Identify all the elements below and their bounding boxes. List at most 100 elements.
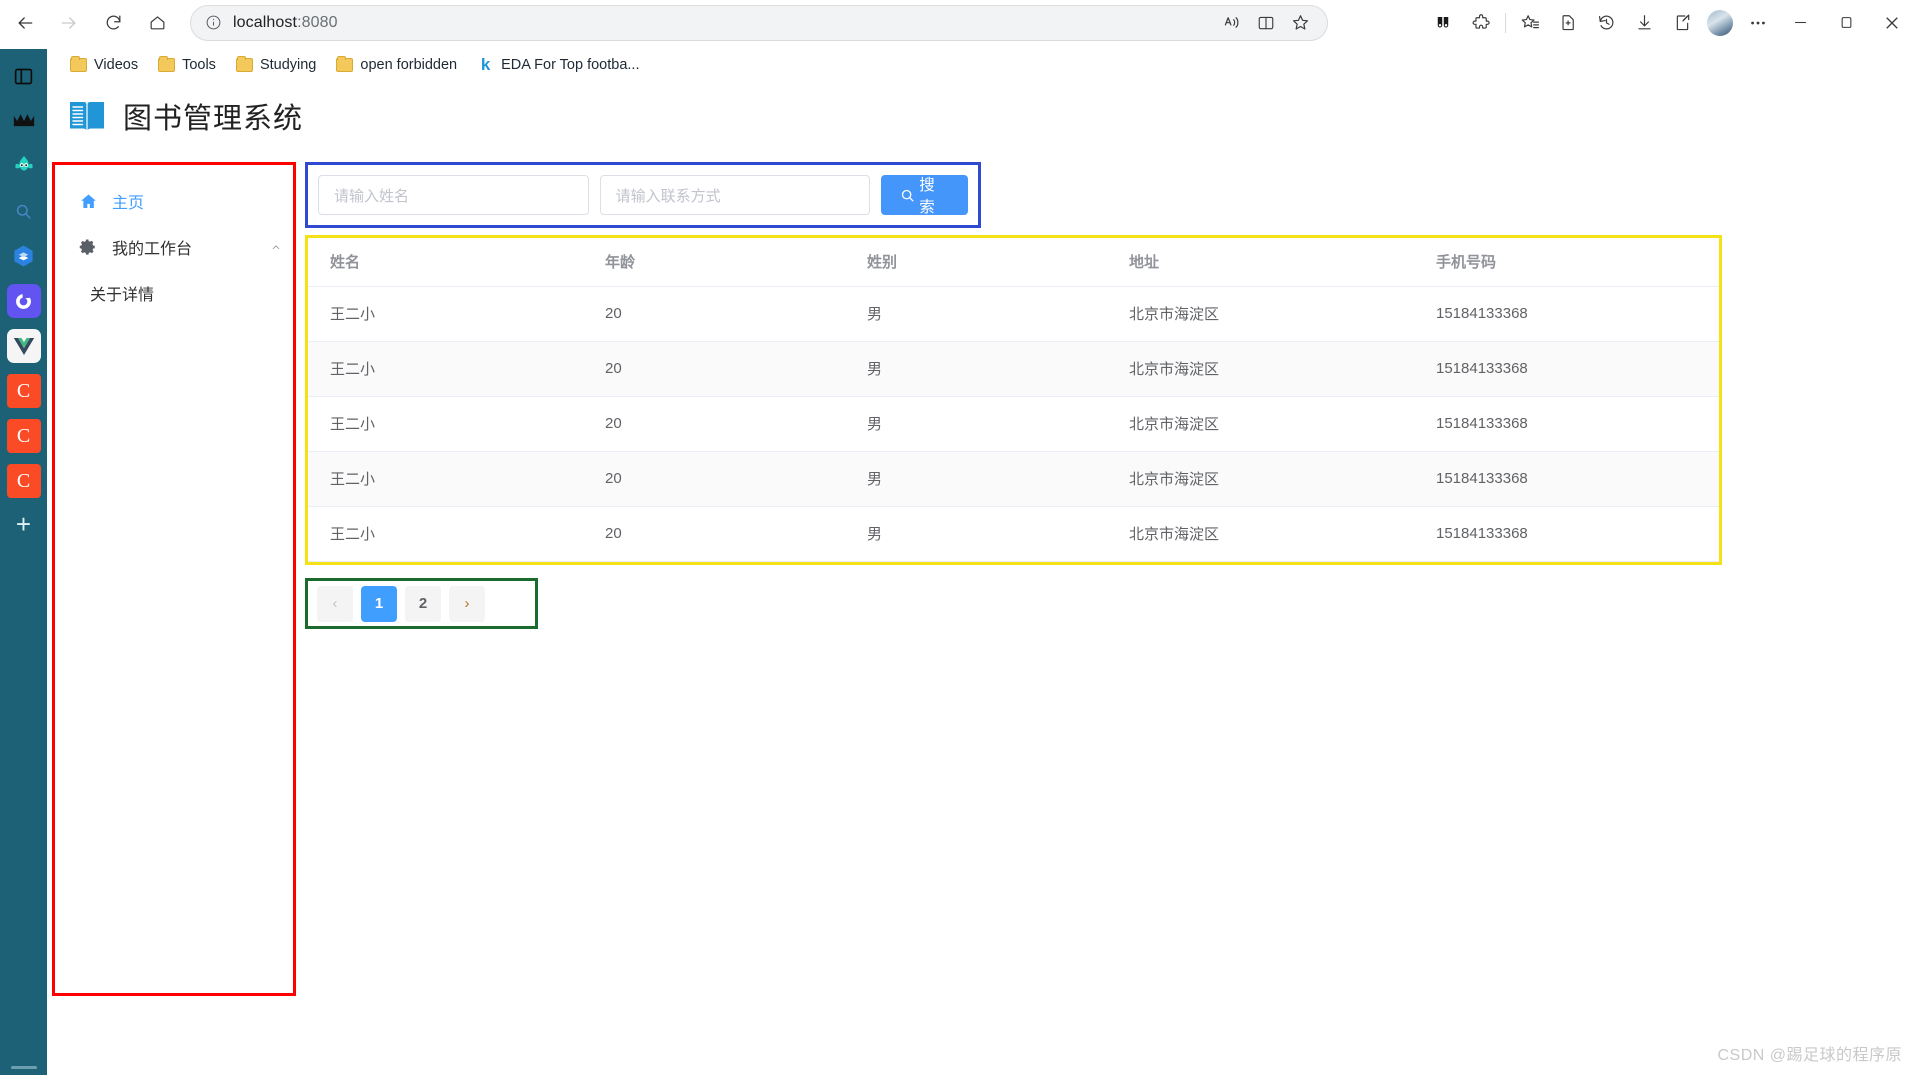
axolotl-icon[interactable] <box>7 149 41 183</box>
app-dock-sidebar: C C C + <box>0 49 47 1075</box>
bookmark-tools[interactable]: Tools <box>148 53 226 77</box>
table-header: 姓名 年龄 姓别 地址 手机号码 <box>308 238 1719 287</box>
cell-name: 王二小 <box>308 286 583 342</box>
sidebar-panel-icon[interactable] <box>7 59 41 93</box>
search-icon[interactable] <box>7 194 41 228</box>
bookmarks-bar: Videos Tools Studying open forbidden k E… <box>0 45 1919 84</box>
cell-age: 20 <box>583 286 845 342</box>
table-row[interactable]: 王二小 20 男 北京市海淀区 15184133368 <box>308 561 1719 562</box>
bookmark-label: Studying <box>259 56 317 73</box>
settings-more-icon[interactable] <box>1739 4 1777 42</box>
search-phone-input[interactable]: 请输入联系方式 <box>599 175 871 215</box>
cell-name: 王二小 <box>308 506 583 562</box>
back-arrow-icon[interactable] <box>6 4 44 42</box>
home-icon[interactable] <box>138 4 176 42</box>
cell-age: 20 <box>583 396 845 452</box>
sidebar-item-workbench[interactable]: 我的工作台 <box>55 224 293 270</box>
cell-age: 20 <box>583 451 845 507</box>
pagination-prev-button[interactable]: ‹ <box>317 585 353 622</box>
search-name-input[interactable]: 请输入姓名 <box>318 175 589 215</box>
open-book-icon <box>67 99 107 133</box>
forward-arrow-icon[interactable] <box>50 4 88 42</box>
cell-address: 北京市海淀区 <box>1107 451 1414 507</box>
bookmark-open-forbidden[interactable]: open forbidden <box>326 53 467 77</box>
history-icon[interactable] <box>1587 4 1625 42</box>
share-icon[interactable] <box>1663 4 1701 42</box>
data-table: 姓名 年龄 姓别 地址 手机号码 王二小 20 男 北京市海淀区 1518413… <box>308 238 1719 562</box>
column-header-phone[interactable]: 手机号码 <box>1414 238 1719 287</box>
column-header-gender[interactable]: 姓别 <box>845 238 1107 287</box>
info-circle-icon[interactable] <box>203 13 223 33</box>
table-row[interactable]: 王二小 20 男 北京市海淀区 15184133368 <box>308 506 1719 562</box>
clarity-icon[interactable] <box>6 284 41 318</box>
cell-age: 20 <box>583 341 845 397</box>
web-page-content: 图书管理系统 主页 我的工作台 关于详情 请输入姓名 请输入联系方式 搜索 姓名… <box>47 84 1919 1075</box>
toolbar-divider <box>1505 12 1506 33</box>
cell-name: 王二小 <box>308 341 583 397</box>
vue-icon[interactable] <box>6 329 41 363</box>
sidebar-nav-panel: 主页 我的工作台 关于详情 <box>52 162 296 996</box>
pagination-page-2[interactable]: 2 <box>405 585 441 622</box>
cell-name: 王二小 <box>308 561 583 562</box>
clion-icon-2[interactable]: C <box>6 419 41 453</box>
bookmark-label: Tools <box>182 56 216 73</box>
split-screen-icon[interactable] <box>1251 8 1281 38</box>
cell-name: 王二小 <box>308 396 583 452</box>
cell-phone: 15184133368 <box>1414 286 1719 342</box>
table-row[interactable]: 王二小 20 男 北京市海淀区 15184133368 <box>308 451 1719 507</box>
table-row[interactable]: 王二小 20 男 北京市海淀区 15184133368 <box>308 286 1719 342</box>
pagination: ‹ 1 2 › <box>305 578 538 629</box>
column-header-name[interactable]: 姓名 <box>308 238 583 287</box>
crown-icon[interactable] <box>7 104 41 138</box>
extension-black-icon[interactable] <box>1424 4 1462 42</box>
folder-icon <box>336 55 354 72</box>
folder-icon <box>235 55 253 72</box>
cell-phone: 15184133368 <box>1414 396 1719 452</box>
search-button-label: 搜索 <box>919 177 935 216</box>
bookmark-label: Videos <box>94 56 139 73</box>
refresh-icon[interactable] <box>94 4 132 42</box>
hexagon-stack-icon[interactable] <box>7 239 41 273</box>
add-favorite-icon[interactable] <box>1549 4 1587 42</box>
collections-icon[interactable] <box>1511 4 1549 42</box>
star-icon[interactable] <box>1285 8 1315 38</box>
cell-gender: 男 <box>845 286 1107 342</box>
table-row[interactable]: 王二小 20 男 北京市海淀区 15184133368 <box>308 396 1719 452</box>
dock-add-button[interactable]: + <box>16 511 31 537</box>
cell-gender: 男 <box>845 396 1107 452</box>
table-row[interactable]: 王二小 20 男 北京市海淀区 15184133368 <box>308 341 1719 397</box>
folder-icon <box>70 55 87 72</box>
pagination-next-button[interactable]: › <box>449 585 485 622</box>
cell-address: 北京市海淀区 <box>1107 506 1414 562</box>
column-header-address[interactable]: 地址 <box>1107 238 1414 287</box>
chevron-up-icon[interactable] <box>271 241 293 254</box>
extensions-puzzle-icon[interactable] <box>1462 4 1500 42</box>
bookmark-studying[interactable]: Studying <box>226 53 326 77</box>
cell-address: 北京市海淀区 <box>1107 561 1414 562</box>
window-minimize-button[interactable] <box>1777 0 1823 45</box>
clion-icon-1[interactable]: C <box>6 374 41 408</box>
cell-address: 北京市海淀区 <box>1107 286 1414 342</box>
window-maximize-button[interactable] <box>1823 0 1869 45</box>
read-aloud-icon[interactable] <box>1217 8 1247 38</box>
data-table-container: 姓名 年龄 姓别 地址 手机号码 王二小 20 男 北京市海淀区 1518413… <box>305 235 1722 565</box>
window-close-button[interactable] <box>1869 0 1915 45</box>
bookmark-videos[interactable]: Videos <box>60 53 148 77</box>
bookmark-eda-top-football[interactable]: k EDA For Top footba... <box>467 51 649 79</box>
clion-icon-3[interactable]: C <box>6 464 41 498</box>
cell-age: 20 <box>583 506 845 562</box>
address-bar[interactable]: localhost:8080 <box>190 4 1328 41</box>
dock-drag-handle[interactable] <box>10 1066 37 1069</box>
url-host: localhost <box>233 13 298 31</box>
downloads-icon[interactable] <box>1625 4 1663 42</box>
column-header-age[interactable]: 年龄 <box>583 238 845 287</box>
sidebar-item-home[interactable]: 主页 <box>55 178 293 224</box>
pagination-page-1[interactable]: 1 <box>361 585 397 622</box>
sidebar-subitem-about-details[interactable]: 关于详情 <box>55 270 293 316</box>
search-button[interactable]: 搜索 <box>881 175 968 216</box>
gear-icon <box>78 237 98 257</box>
profile-avatar[interactable] <box>1701 4 1739 42</box>
table-body: 王二小 20 男 北京市海淀区 15184133368 王二小 20 男 北京市… <box>308 286 1719 562</box>
cell-gender: 男 <box>845 506 1107 562</box>
watermark-text: CSDN @踢足球的程序原 <box>1717 1047 1902 1064</box>
